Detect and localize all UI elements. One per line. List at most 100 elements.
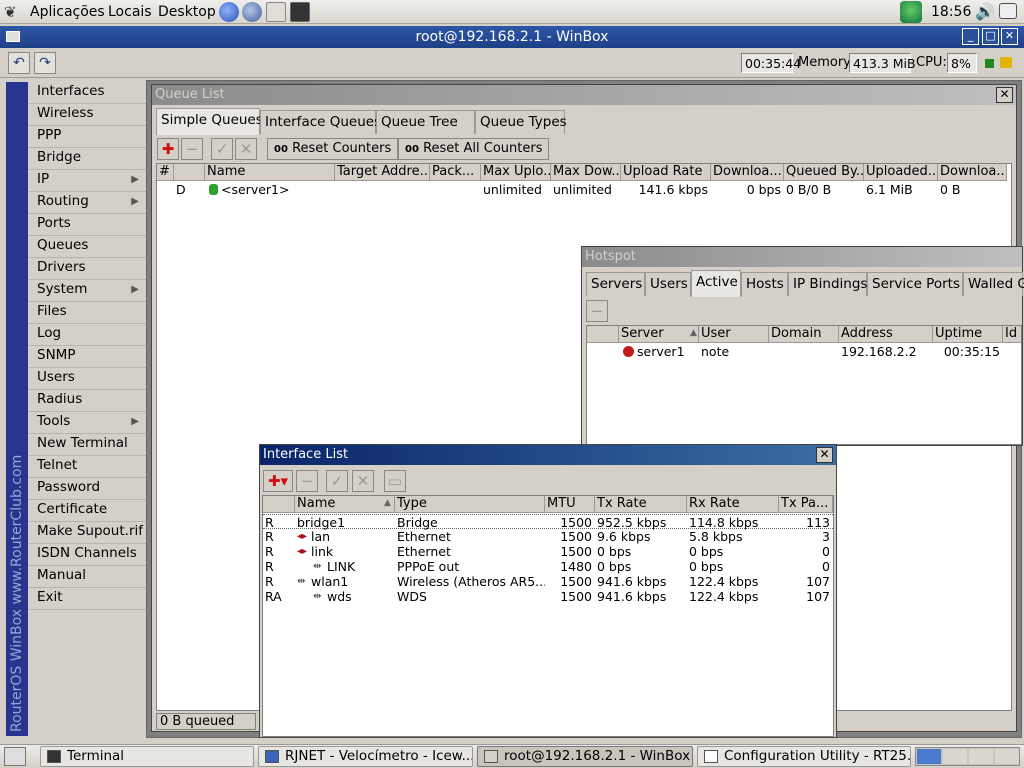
sidebar-item-users[interactable]: Users: [28, 368, 146, 390]
hotspot-column-header[interactable]: Domain: [769, 326, 839, 343]
interface-column-header[interactable]: Rx Rate: [687, 496, 779, 513]
sidebar-item-manual[interactable]: Manual: [28, 566, 146, 588]
menu-desktop[interactable]: Desktop: [158, 4, 216, 20]
queue-column-header[interactable]: Pack...: [430, 164, 481, 181]
sidebar-item-log[interactable]: Log: [28, 324, 146, 346]
sidebar-item-snmp[interactable]: SNMP: [28, 346, 146, 368]
hotspot-column-header[interactable]: Address: [839, 326, 933, 343]
tab-users[interactable]: Users: [645, 272, 691, 296]
queue-column-header[interactable]: Max Dow...: [551, 164, 621, 181]
maximize-button[interactable]: □: [982, 28, 999, 45]
interface-column-header[interactable]: MTU: [545, 496, 595, 513]
redo-button[interactable]: ↷: [34, 52, 56, 74]
taskbar-item-3[interactable]: root@192.168.2.1 - WinBox: [477, 746, 693, 767]
workspace-2[interactable]: [943, 749, 967, 764]
tab-walled-g[interactable]: Walled G: [963, 272, 1024, 296]
tab-simple-queues[interactable]: Simple Queues: [156, 108, 263, 135]
show-desktop-icon[interactable]: [4, 747, 26, 766]
sidebar-item-drivers[interactable]: Drivers: [28, 258, 146, 280]
tab-servers[interactable]: Servers: [586, 272, 645, 296]
workspace-3[interactable]: [969, 749, 993, 764]
sidebar-item-tools[interactable]: Tools ▶: [28, 412, 146, 434]
update-notifier-icon[interactable]: [900, 1, 922, 23]
menu-applications[interactable]: Aplicações: [30, 4, 105, 20]
hotspot-column-header[interactable]: [587, 326, 619, 343]
queue-column-header[interactable]: Queued By...: [784, 164, 864, 181]
minimize-button[interactable]: _: [962, 28, 979, 45]
interface-list-title[interactable]: Interface List: [260, 445, 836, 465]
sidebar-item-new-terminal[interactable]: New Terminal: [28, 434, 146, 456]
taskbar-item-1[interactable]: Terminal: [40, 746, 254, 767]
tab-ip-bindings[interactable]: IP Bindings: [788, 272, 867, 296]
menu-places[interactable]: Locais: [108, 4, 152, 20]
volume-icon[interactable]: 🔊: [975, 2, 995, 21]
table-row[interactable]: Rbridge1 Bridge 1500 952.5 kbps 114.8 kbps 11…: [263, 514, 833, 530]
power-icon[interactable]: [999, 3, 1017, 19]
queue-column-header[interactable]: Upload Rate: [621, 164, 711, 181]
hotspot-column-header[interactable]: Id: [1003, 326, 1021, 343]
sidebar-item-telnet[interactable]: Telnet: [28, 456, 146, 478]
workspace-1[interactable]: [917, 749, 941, 764]
sidebar-item-wireless[interactable]: Wireless: [28, 104, 146, 126]
sidebar-item-routing[interactable]: Routing ▶: [28, 192, 146, 214]
sidebar-item-isdn-channels[interactable]: ISDN Channels: [28, 544, 146, 566]
sidebar-item-make-supout-rif[interactable]: Make Supout.rif: [28, 522, 146, 544]
interface-column-header[interactable]: Type: [395, 496, 545, 513]
clock[interactable]: 18:56: [931, 4, 971, 20]
table-row[interactable]: R ◂▸ link Ethernet 1500 0 bps 0 bps 0: [263, 544, 833, 559]
comment-interface-button[interactable]: ▭: [384, 470, 406, 492]
sidebar-item-exit[interactable]: Exit: [28, 588, 146, 610]
tab-interface-queues[interactable]: Interface Queues: [260, 110, 381, 134]
sidebar-item-certificate[interactable]: Certificate: [28, 500, 146, 522]
sidebar-item-interfaces[interactable]: Interfaces: [28, 82, 146, 104]
queue-column-header[interactable]: Target Addre...: [335, 164, 430, 181]
terminal-launcher-icon[interactable]: [290, 2, 310, 22]
tab-active[interactable]: Active: [691, 270, 741, 297]
interface-column-header[interactable]: Tx Pa...: [779, 496, 833, 513]
queue-column-header[interactable]: Downloa...: [938, 164, 1007, 181]
interface-column-header[interactable]: Name: [295, 496, 395, 513]
queue-column-header[interactable]: Name: [205, 164, 335, 181]
browser-launcher-icon[interactable]: [219, 2, 239, 22]
queue-list-close-button[interactable]: ✕: [996, 87, 1013, 103]
table-row[interactable]: R ◂▸ lan Ethernet 1500 9.6 kbps 5.8 kbps 3: [263, 529, 833, 544]
sidebar-item-system[interactable]: System ▶: [28, 280, 146, 302]
tab-queue-types[interactable]: Queue Types: [475, 110, 567, 134]
remove-queue-button[interactable]: −: [181, 138, 203, 160]
tab-queue-tree[interactable]: Queue Tree: [376, 110, 475, 134]
reset-all-counters-button[interactable]: 00 Reset All Counters: [398, 138, 550, 160]
home-launcher-icon[interactable]: [266, 2, 286, 22]
add-queue-button[interactable]: ✚: [157, 138, 179, 160]
disable-interface-button[interactable]: ✕: [352, 470, 374, 492]
queue-column-header[interactable]: Max Uplo...: [481, 164, 551, 181]
sidebar-item-password[interactable]: Password: [28, 478, 146, 500]
tab-service-ports[interactable]: Service Ports: [867, 272, 963, 296]
mail-launcher-icon[interactable]: [242, 2, 262, 22]
remove-active-button[interactable]: −: [586, 300, 608, 322]
hotspot-column-header[interactable]: User: [699, 326, 769, 343]
interface-column-header[interactable]: [263, 496, 295, 513]
sidebar-item-ppp[interactable]: PPP: [28, 126, 146, 148]
workspace-switcher[interactable]: [915, 747, 1020, 766]
taskbar-item-2[interactable]: RJNET - Velocímetro - Icew...: [258, 746, 473, 767]
tab-hosts[interactable]: Hosts: [741, 272, 788, 296]
queue-column-header[interactable]: [174, 164, 205, 181]
sidebar-item-radius[interactable]: Radius: [28, 390, 146, 412]
sidebar-item-bridge[interactable]: Bridge: [28, 148, 146, 170]
disable-queue-button[interactable]: ✕: [235, 138, 257, 160]
hotspot-column-header[interactable]: Uptime: [933, 326, 1003, 343]
sidebar-item-ports[interactable]: Ports: [28, 214, 146, 236]
table-row[interactable]: server1 note 192.168.2.2 00:35:15: [587, 344, 1021, 360]
hotspot-column-header[interactable]: Server: [619, 326, 699, 343]
table-row[interactable]: R ⇹ wlan1 Wireless (Atheros AR5... 1500 941.6…: [263, 574, 833, 589]
workspace-4[interactable]: [995, 749, 1019, 764]
reset-counters-button[interactable]: 00 Reset Counters: [267, 138, 399, 160]
table-row[interactable]: RA ⇹ wds WDS 1500 941.6 kbps 122.4 kbps 107: [263, 589, 833, 604]
close-button[interactable]: ✕: [1001, 28, 1018, 45]
table-row[interactable]: D <server1> unlimited unlimited 141.6 kbps 0 …: [157, 182, 1011, 198]
sidebar-item-ip[interactable]: IP ▶: [28, 170, 146, 192]
window-titlebar[interactable]: root@192.168.2.1 - WinBox _ □ ✕: [0, 26, 1024, 48]
enable-interface-button[interactable]: ✓: [326, 470, 348, 492]
gnome-foot-icon[interactable]: ❦: [4, 3, 20, 21]
interface-column-header[interactable]: Tx Rate: [595, 496, 687, 513]
